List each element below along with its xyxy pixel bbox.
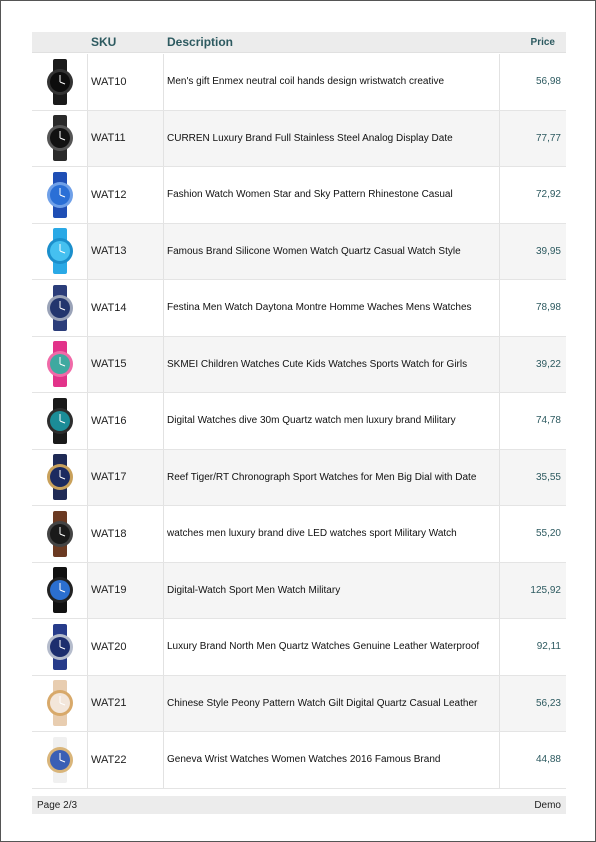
product-image-cell bbox=[32, 562, 88, 618]
watch-thumbnail-icon bbox=[46, 397, 73, 444]
sku-cell: WAT20 bbox=[88, 619, 164, 675]
price-cell: 44,88 bbox=[535, 754, 561, 766]
description-cell: Digital Watches dive 30m Quartz watch me… bbox=[164, 393, 500, 449]
sku-cell: WAT19 bbox=[88, 562, 164, 618]
price-cell: 56,98 bbox=[535, 76, 561, 88]
product-image-cell bbox=[32, 675, 88, 731]
price-cell: 55,20 bbox=[535, 528, 561, 540]
footer-brand: Demo bbox=[534, 799, 561, 811]
table-row: WAT16 Digital Watches dive 30m Quartz wat… bbox=[32, 393, 566, 450]
table-row: WAT19 Digital-Watch Sport Men Watch Milit… bbox=[32, 562, 566, 619]
table-row: WAT15 SKMEI Children Watches Cute Kids Wa… bbox=[32, 336, 566, 393]
watch-thumbnail-icon bbox=[46, 623, 73, 670]
watch-thumbnail-icon bbox=[46, 115, 73, 162]
watch-thumbnail-icon bbox=[46, 171, 73, 218]
product-image-cell bbox=[32, 280, 88, 336]
price-cell: 35,55 bbox=[535, 471, 561, 483]
description-cell: Digital-Watch Sport Men Watch Military bbox=[164, 562, 500, 618]
table-row: WAT17 Reef Tiger/RT Chronograph Sport Wat… bbox=[32, 449, 566, 506]
product-image-cell bbox=[32, 54, 88, 110]
table-row: WAT11 CURREN Luxury Brand Full Stainless … bbox=[32, 110, 566, 167]
price-cell: 125,92 bbox=[530, 584, 561, 596]
price-cell: 78,98 bbox=[535, 302, 561, 314]
description-cell: Chinese Style Peony Pattern Watch Gilt D… bbox=[164, 675, 500, 731]
watch-thumbnail-icon bbox=[46, 228, 73, 275]
description-cell: CURREN Luxury Brand Full Stainless Steel… bbox=[164, 110, 500, 166]
description-cell: Festina Men Watch Daytona Montre Homme W… bbox=[164, 280, 500, 336]
watch-thumbnail-icon bbox=[46, 58, 73, 105]
watch-thumbnail-icon bbox=[46, 284, 73, 331]
price-cell: 74,78 bbox=[535, 415, 561, 427]
sku-cell: WAT16 bbox=[88, 393, 164, 449]
table-header: SKU Description Price bbox=[32, 32, 566, 53]
sku-cell: WAT11 bbox=[88, 110, 164, 166]
table-row: WAT20 Luxury Brand North Men Quartz Watch… bbox=[32, 619, 566, 676]
description-cell: Geneva Wrist Watches Women Watches 2016 … bbox=[164, 732, 500, 788]
sku-cell: WAT21 bbox=[88, 675, 164, 731]
sku-cell: WAT10 bbox=[88, 54, 164, 110]
sku-cell: WAT14 bbox=[88, 280, 164, 336]
description-column-header: Description bbox=[167, 35, 234, 49]
sku-cell: WAT22 bbox=[88, 732, 164, 788]
product-image-cell bbox=[32, 619, 88, 675]
page-footer: Page 2/3 Demo bbox=[32, 796, 566, 814]
table-row: WAT13 Famous Brand Silicone Women Watch Q… bbox=[32, 223, 566, 280]
description-cell: SKMEI Children Watches Cute Kids Watches… bbox=[164, 336, 500, 392]
description-cell: Reef Tiger/RT Chronograph Sport Watches … bbox=[164, 449, 500, 505]
watch-thumbnail-icon bbox=[46, 736, 73, 783]
sku-cell: WAT18 bbox=[88, 506, 164, 562]
price-cell: 39,22 bbox=[535, 358, 561, 370]
description-cell: Luxury Brand North Men Quartz Watches Ge… bbox=[164, 619, 500, 675]
watch-thumbnail-icon bbox=[46, 510, 73, 557]
sku-column-header: SKU bbox=[91, 35, 117, 49]
sku-cell: WAT13 bbox=[88, 223, 164, 279]
product-image-cell bbox=[32, 336, 88, 392]
price-cell: 56,23 bbox=[535, 697, 561, 709]
product-image-cell bbox=[32, 110, 88, 166]
watch-thumbnail-icon bbox=[46, 680, 73, 727]
product-image-cell bbox=[32, 167, 88, 223]
table-row: WAT10 Men's gift Enmex neutral coil hands… bbox=[32, 54, 566, 111]
description-cell: watches men luxury brand dive LED watche… bbox=[164, 506, 500, 562]
price-cell: 72,92 bbox=[535, 189, 561, 201]
description-cell: Famous Brand Silicone Women Watch Quartz… bbox=[164, 223, 500, 279]
price-cell: 39,95 bbox=[535, 245, 561, 257]
price-cell: 92,11 bbox=[536, 641, 561, 653]
watch-thumbnail-icon bbox=[46, 567, 73, 614]
description-cell: Men's gift Enmex neutral coil hands desi… bbox=[164, 54, 500, 110]
watch-thumbnail-icon bbox=[46, 341, 73, 388]
sku-cell: WAT12 bbox=[88, 167, 164, 223]
product-image-cell bbox=[32, 449, 88, 505]
sku-cell: WAT15 bbox=[88, 336, 164, 392]
table-row: WAT22 Geneva Wrist Watches Women Watches … bbox=[32, 732, 566, 789]
price-cell: 77,77 bbox=[535, 132, 561, 144]
description-cell: Fashion Watch Women Star and Sky Pattern… bbox=[164, 167, 500, 223]
product-image-cell bbox=[32, 732, 88, 788]
report-page: SKU Description Price WAT10 Men's gift En… bbox=[0, 0, 596, 842]
table-row: WAT14 Festina Men Watch Daytona Montre Ho… bbox=[32, 280, 566, 337]
sku-cell: WAT17 bbox=[88, 449, 164, 505]
table-row: WAT21 Chinese Style Peony Pattern Watch G… bbox=[32, 675, 566, 732]
table-row: WAT18 watches men luxury brand dive LED w… bbox=[32, 506, 566, 563]
product-image-cell bbox=[32, 393, 88, 449]
product-image-cell bbox=[32, 223, 88, 279]
product-image-cell bbox=[32, 506, 88, 562]
products-table: SKU Description Price WAT10 Men's gift En… bbox=[32, 32, 566, 789]
table-row: WAT12 Fashion Watch Women Star and Sky Pa… bbox=[32, 167, 566, 224]
watch-thumbnail-icon bbox=[46, 454, 73, 501]
price-column-header: Price bbox=[530, 36, 555, 48]
table-body: WAT10 Men's gift Enmex neutral coil hands… bbox=[32, 54, 566, 789]
page-number: Page 2/3 bbox=[37, 799, 78, 811]
